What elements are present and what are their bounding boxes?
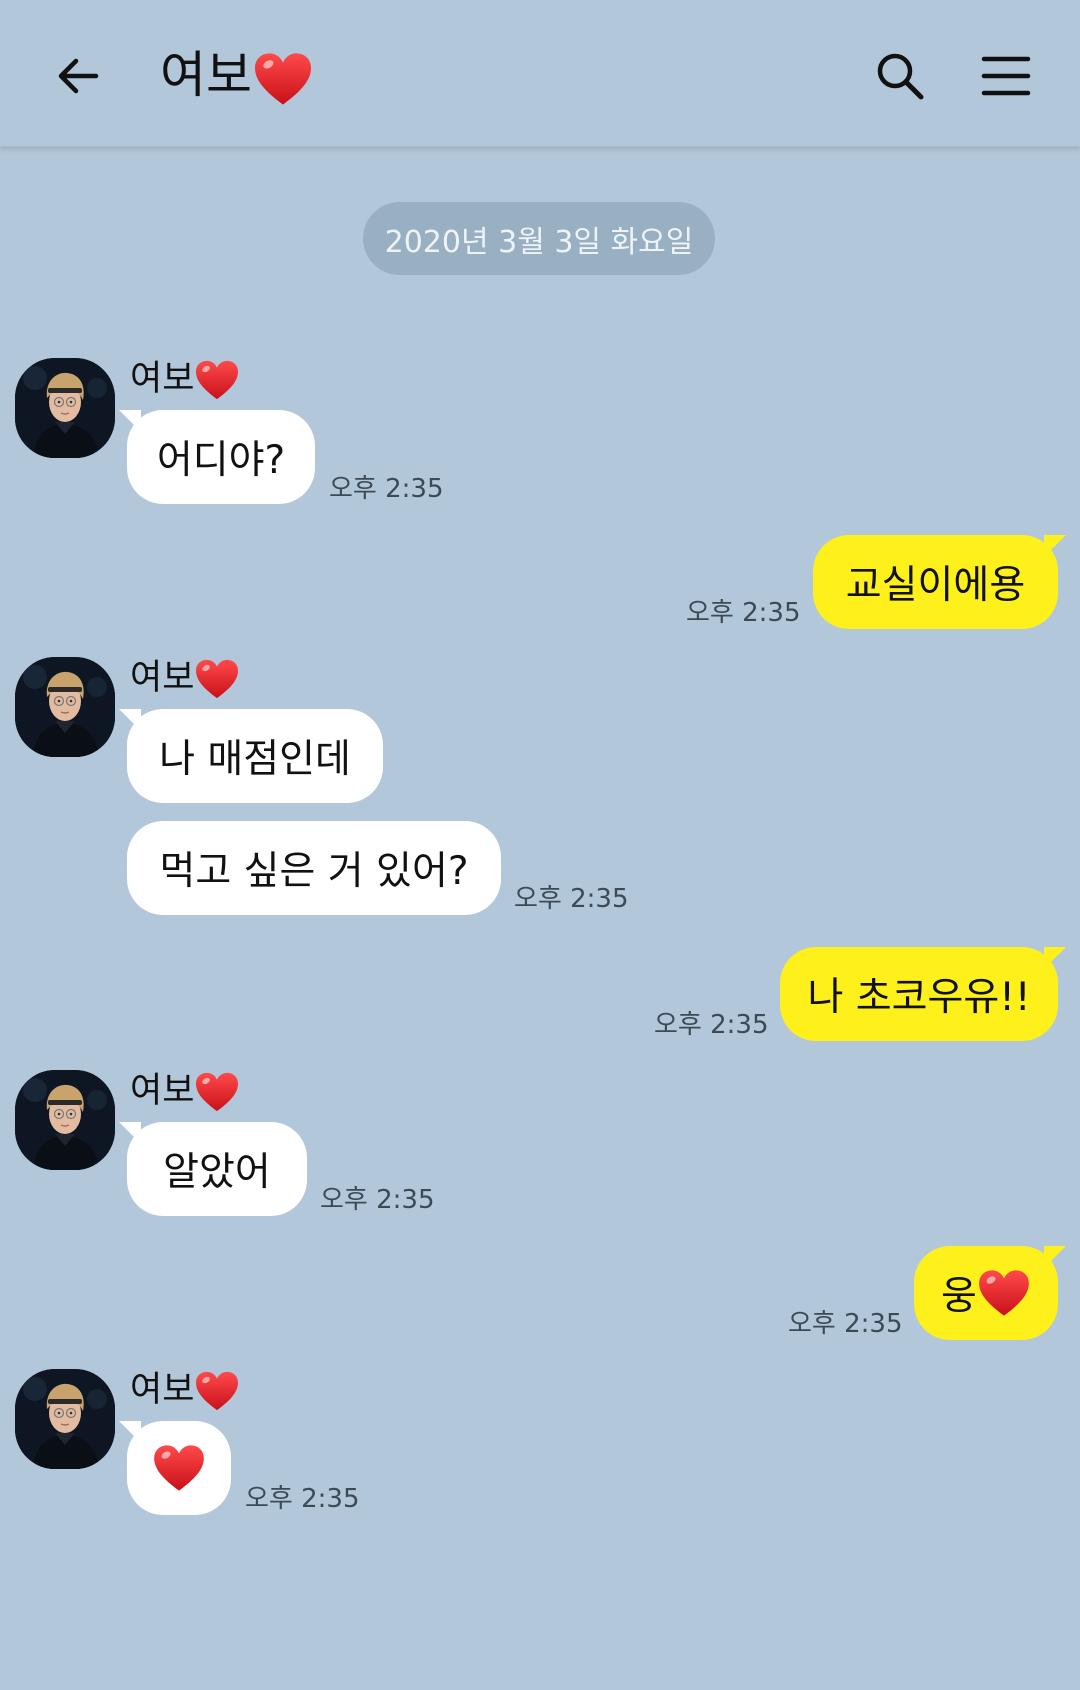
message-time: 오후 2:35 bbox=[514, 884, 629, 914]
message-text: 교실이에용 bbox=[845, 563, 1026, 608]
message-time: 오후 2:35 bbox=[788, 1309, 903, 1339]
sender-name: 여보 bbox=[130, 653, 240, 703]
chat-title-text: 여보 bbox=[160, 46, 252, 104]
search-button[interactable] bbox=[866, 42, 934, 110]
contact-avatar[interactable] bbox=[15, 358, 115, 458]
date-divider: 2020년 3월 3일 화요일 bbox=[363, 202, 715, 275]
message-time: 오후 2:35 bbox=[320, 1185, 435, 1215]
heart-emoji-icon bbox=[979, 1270, 1029, 1316]
chat-header: 여보 bbox=[0, 0, 1080, 147]
menu-button[interactable] bbox=[972, 42, 1040, 110]
contact-avatar[interactable] bbox=[15, 657, 115, 757]
message-bubble-outgoing[interactable]: 교실이에용 bbox=[813, 535, 1066, 629]
message-bubble-incoming[interactable]: 나 매점인데 bbox=[119, 709, 383, 803]
heart-emoji-icon bbox=[196, 1371, 239, 1411]
sender-name: 여보 bbox=[130, 354, 240, 404]
heart-emoji-icon bbox=[196, 1072, 239, 1112]
contact-avatar[interactable] bbox=[15, 1070, 115, 1170]
message-time: 오후 2:35 bbox=[329, 474, 444, 504]
message-time: 오후 2:35 bbox=[245, 1484, 360, 1514]
chat-title: 여보 bbox=[160, 40, 314, 110]
sender-name-text: 여보 bbox=[130, 1370, 195, 1410]
back-button[interactable] bbox=[44, 42, 112, 110]
sender-name: 여보 bbox=[130, 1365, 240, 1415]
heart-emoji-icon bbox=[196, 659, 239, 699]
message-text: 웅 bbox=[941, 1274, 977, 1319]
sender-name: 여보 bbox=[130, 1066, 240, 1116]
search-icon bbox=[877, 53, 924, 100]
message-text: 어디야? bbox=[156, 438, 286, 483]
message-text: 나 매점인데 bbox=[159, 737, 351, 782]
message-time: 오후 2:35 bbox=[654, 1010, 769, 1040]
heart-emoji-icon bbox=[154, 1445, 204, 1491]
message-text: 나 초코우유!! bbox=[807, 975, 1031, 1020]
contact-avatar[interactable] bbox=[15, 1369, 115, 1469]
message-time: 오후 2:35 bbox=[686, 598, 801, 628]
sender-name-text: 여보 bbox=[130, 1071, 195, 1111]
heart-emoji-icon bbox=[255, 52, 311, 105]
message-text: 먹고 싶은 거 있어? bbox=[159, 849, 469, 894]
message-bubble-incoming[interactable]: 먹고 싶은 거 있어? bbox=[127, 821, 501, 915]
message-bubble-outgoing[interactable]: 웅 bbox=[914, 1246, 1066, 1340]
sender-name-text: 여보 bbox=[130, 658, 195, 698]
message-bubble-incoming[interactable] bbox=[119, 1421, 231, 1515]
arrow-left-icon bbox=[58, 58, 99, 94]
message-bubble-incoming[interactable]: 어디야? bbox=[119, 410, 315, 504]
message-text: 알았어 bbox=[163, 1150, 271, 1195]
hamburger-menu-icon bbox=[981, 56, 1031, 96]
heart-emoji-icon bbox=[196, 360, 239, 400]
message-bubble-outgoing[interactable]: 나 초코우유!! bbox=[780, 947, 1066, 1041]
sender-name-text: 여보 bbox=[130, 359, 195, 399]
message-bubble-incoming[interactable]: 알았어 bbox=[119, 1122, 307, 1216]
